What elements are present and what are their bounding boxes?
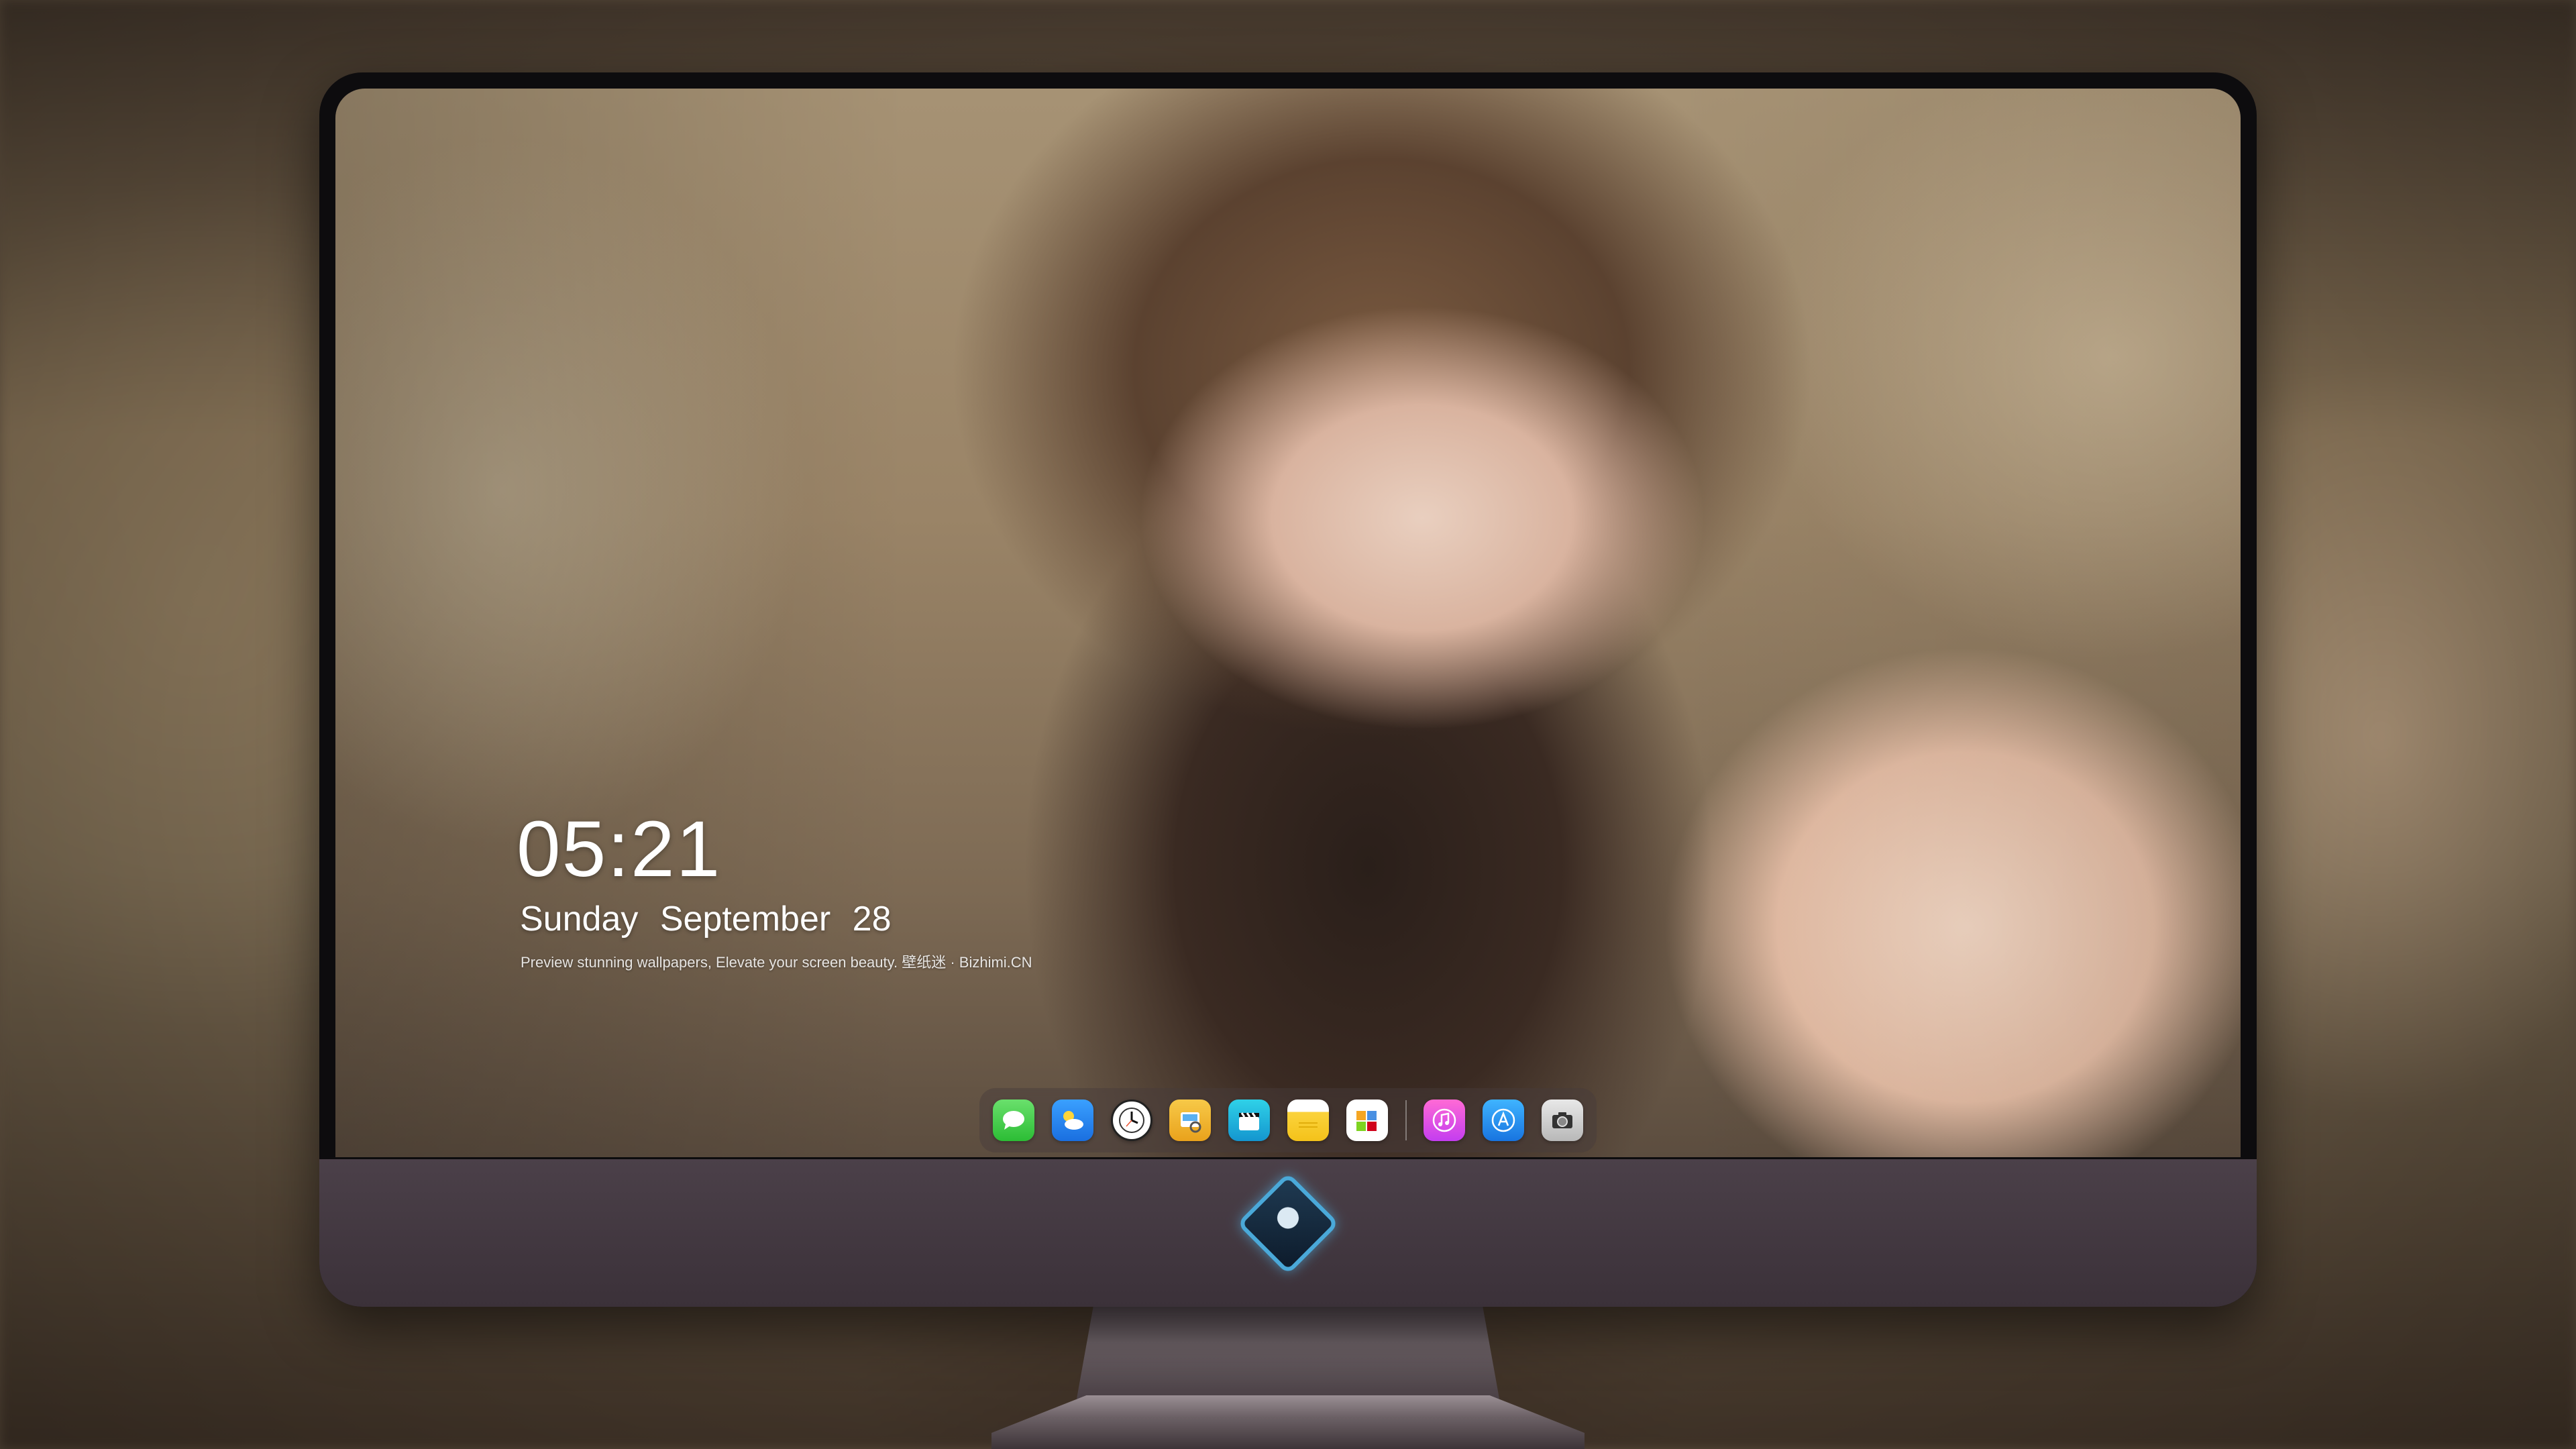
- dock: [979, 1088, 1597, 1152]
- photos-icon[interactable]: [1346, 1099, 1388, 1141]
- dock-separator: [1405, 1100, 1407, 1140]
- app-store-icon[interactable]: [1483, 1099, 1525, 1141]
- lockscreen-time: 05:21: [517, 805, 722, 894]
- date-weekday: Sunday: [520, 900, 639, 938]
- date-month: September: [659, 900, 831, 938]
- monitor-brand-logo: [1236, 1172, 1340, 1275]
- camera-icon[interactable]: [1541, 1099, 1583, 1141]
- messages-icon[interactable]: [993, 1099, 1034, 1141]
- notes-icon[interactable]: [1287, 1099, 1329, 1141]
- screen-wallpaper: 05:21 Sunday September 28 Preview stunni…: [335, 89, 2241, 1157]
- music-icon[interactable]: [1424, 1099, 1466, 1141]
- preview-icon[interactable]: [1169, 1099, 1212, 1141]
- wallpaper-tagline: Preview stunning wallpapers, Elevate you…: [521, 954, 1032, 971]
- monitor-stand-neck: [1077, 1305, 1499, 1399]
- monitor: 05:21 Sunday September 28 Preview stunni…: [319, 72, 2257, 1307]
- lockscreen-date: Sunday September 28: [520, 902, 892, 936]
- monitor-stand-base: [991, 1395, 1585, 1449]
- clapperboard-icon[interactable]: [1228, 1099, 1271, 1141]
- date-day: 28: [852, 900, 892, 938]
- weather-icon[interactable]: [1051, 1099, 1093, 1141]
- monitor-chin: [319, 1159, 2257, 1307]
- clock-icon[interactable]: [1110, 1099, 1152, 1141]
- wallpaper-shade: [335, 89, 2241, 1157]
